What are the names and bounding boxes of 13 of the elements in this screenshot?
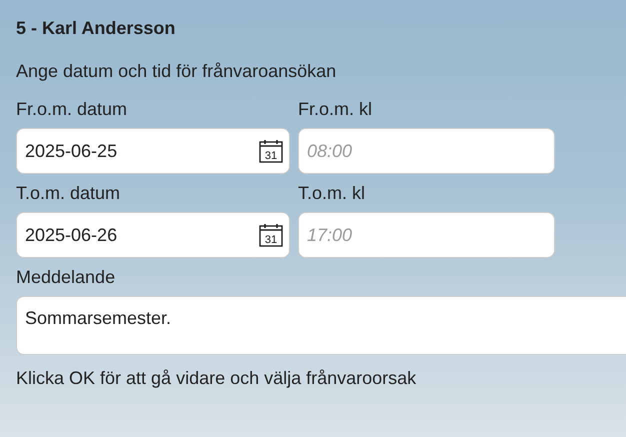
instruction-text: Ange datum och tid för frånvaroansökan xyxy=(16,60,338,82)
time-field[interactable]: 17:00 xyxy=(298,212,555,258)
field-label: T.o.m. datum xyxy=(16,182,122,204)
calendar-icon[interactable]: 31 xyxy=(258,223,284,247)
message-field[interactable]: Sommarsemester. xyxy=(16,296,626,355)
calendar-icon[interactable]: 31 xyxy=(258,139,284,163)
hint-text: Klicka OK för att gå vidare och välja frånvaroorsak xyxy=(16,367,418,389)
field-label: T.o.m. kl xyxy=(298,182,366,204)
field-label: Fr.o.m. datum xyxy=(16,98,128,120)
field-label: Meddelande xyxy=(16,266,116,288)
dialog-title: 5 - Karl Andersson xyxy=(16,17,176,40)
time-field[interactable]: 08:00 xyxy=(298,128,555,174)
field-label: Fr.o.m. kl xyxy=(298,98,374,120)
